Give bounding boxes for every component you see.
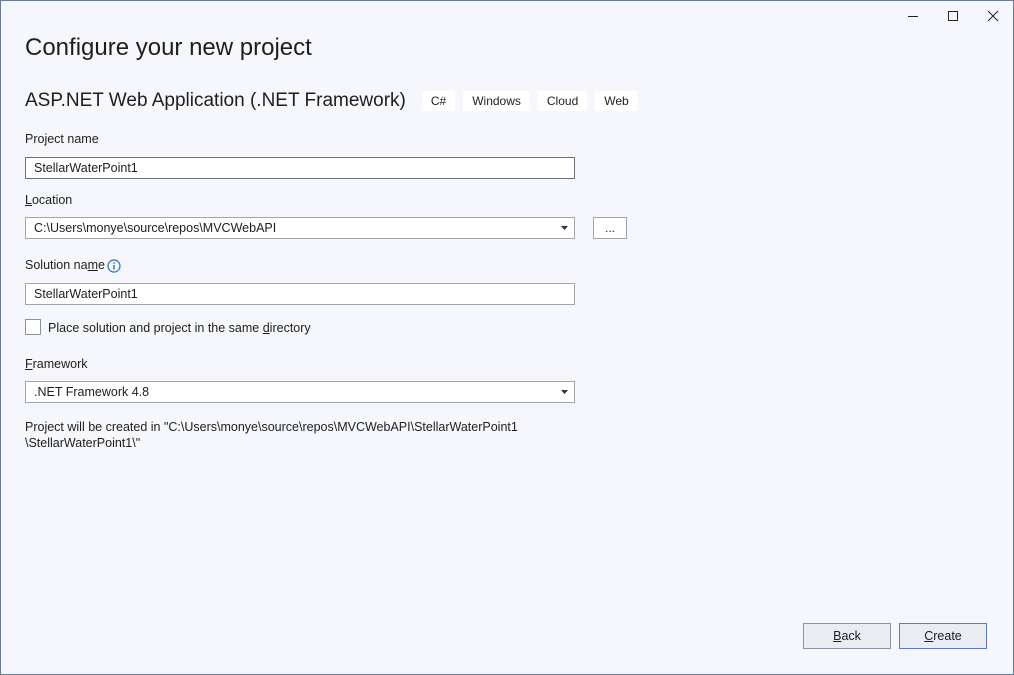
template-name: ASP.NET Web Application (.NET Framework) — [25, 90, 406, 111]
info-icon[interactable] — [107, 259, 121, 273]
location-label: Location — [25, 193, 73, 207]
summary-line-2: \StellarWaterPoint1\" — [25, 436, 141, 450]
browse-button[interactable]: ... — [593, 217, 627, 239]
back-button[interactable]: Back — [803, 623, 891, 649]
same-directory-checkbox[interactable] — [25, 319, 41, 335]
framework-label: Framework — [25, 357, 88, 371]
solution-name-label: Solution name — [25, 258, 105, 272]
framework-select[interactable]: .NET Framework 4.8 — [25, 381, 575, 403]
project-name-label: Project name — [25, 132, 99, 146]
summary-line-1: Project will be created in "C:\Users\mon… — [25, 420, 518, 434]
create-button[interactable]: Create — [899, 623, 987, 649]
template-header: ASP.NET Web Application (.NET Framework)… — [25, 89, 646, 113]
browse-button-label: ... — [604, 221, 615, 235]
tag-web: Web — [595, 91, 638, 111]
solution-name-input[interactable]: StellarWaterPoint1 — [25, 283, 575, 305]
close-icon[interactable] — [973, 1, 1013, 31]
tag-platform: Windows — [463, 91, 530, 111]
chevron-down-icon — [561, 226, 568, 230]
page-title: Configure your new project — [25, 34, 312, 61]
solution-name-value: StellarWaterPoint1 — [34, 287, 138, 301]
same-directory-label[interactable]: Place solution and project in the same d… — [48, 321, 311, 335]
maximize-icon[interactable] — [933, 1, 973, 31]
project-path-summary: Project will be created in "C:\Users\mon… — [25, 419, 545, 451]
location-value: C:\Users\monye\source\repos\MVCWebAPI — [34, 221, 277, 235]
tag-cloud: Cloud — [537, 91, 588, 111]
framework-value: .NET Framework 4.8 — [34, 385, 150, 399]
project-name-value: StellarWaterPoint1 — [34, 161, 138, 175]
tag-language: C# — [421, 91, 456, 111]
project-name-input[interactable]: StellarWaterPoint1 — [25, 157, 575, 179]
minimize-icon[interactable] — [893, 1, 933, 31]
location-combobox[interactable]: C:\Users\monye\source\repos\MVCWebAPI — [25, 217, 575, 239]
dialog-window: Configure your new project ASP.NET Web A… — [0, 0, 1014, 675]
window-controls — [893, 1, 1013, 31]
chevron-down-icon — [561, 390, 568, 394]
